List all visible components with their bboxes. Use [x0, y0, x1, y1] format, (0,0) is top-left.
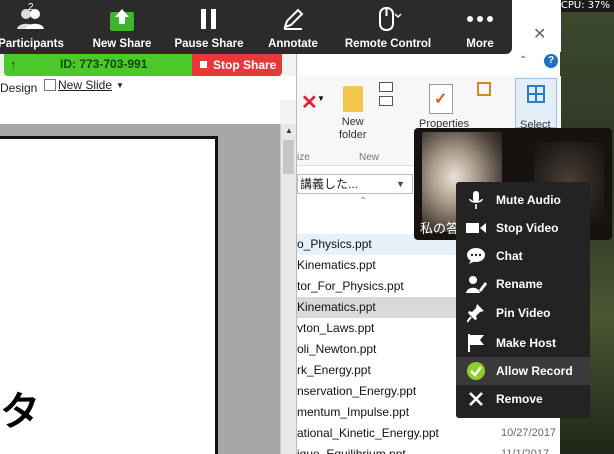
flag-icon — [456, 333, 496, 353]
slide[interactable]: タ — [0, 136, 218, 454]
file-name: tor_For_Physics.ppt — [297, 279, 404, 293]
scroll-thumb[interactable] — [283, 140, 294, 174]
menu-item-allow-record[interactable]: Allow Record — [456, 357, 590, 385]
check-circle-icon — [456, 361, 496, 381]
chevron-down-icon[interactable]: ▼ — [317, 94, 325, 103]
pause-share-button[interactable]: Pause Share — [174, 6, 244, 50]
meeting-id-bar[interactable]: ↑ ID: 773-703-991 — [4, 54, 192, 76]
zoom-toolbar: Participants 2 New Share Pause Share Ann… — [0, 0, 512, 54]
x-icon — [456, 391, 496, 407]
participants-icon — [0, 6, 68, 32]
menu-item-label: Chat — [496, 249, 523, 263]
file-name: vton_Laws.ppt — [297, 321, 375, 335]
design-tab[interactable]: Design — [0, 81, 37, 95]
file-name: o_Physics.ppt — [297, 237, 372, 251]
stop-square-icon — [200, 61, 207, 68]
remote-control-label: Remote Control — [344, 38, 432, 50]
menu-item-label: Mute Audio — [496, 193, 561, 207]
new-slide-icon — [44, 79, 56, 91]
address-text: 講義した... — [300, 177, 359, 191]
meeting-id: ID: 773-703-991 — [60, 57, 148, 71]
menu-item-stop-video[interactable]: Stop Video — [456, 214, 590, 242]
share-arrow-icon — [88, 6, 156, 32]
file-name: mentum_Impulse.ppt — [297, 405, 410, 419]
file-name: ique_Equilibrium.ppt — [297, 447, 406, 454]
file-name: rk_Energy.ppt — [297, 363, 371, 377]
slide-text: タ — [0, 389, 40, 435]
menu-item-label: Make Host — [496, 336, 557, 350]
properties-icon[interactable]: ✓ — [429, 84, 453, 114]
participants-button[interactable]: Participants — [0, 6, 68, 50]
menu-item-remove[interactable]: Remove — [456, 385, 590, 413]
menu-item-rename[interactable]: Rename — [456, 270, 590, 298]
file-name: nservation_Energy.ppt — [297, 384, 417, 398]
pause-icon — [174, 6, 244, 32]
file-name: Kinematics.ppt — [297, 300, 376, 314]
pause-share-label: Pause Share — [174, 38, 244, 50]
menu-item-label: Pin Video — [496, 306, 551, 320]
new-group-label: New — [359, 152, 380, 163]
file-date: 11/1/2017 — [501, 448, 550, 454]
file-row[interactable]: ational_Kinetic_Energy.ppt 10/27/2017 — [297, 423, 561, 444]
more-label: More — [466, 38, 494, 50]
participant-name: 私の答 — [420, 222, 460, 237]
menu-item-mute-audio[interactable]: Mute Audio — [456, 186, 590, 214]
open-icon[interactable] — [477, 82, 491, 96]
participants-count: 2 — [28, 2, 34, 13]
menu-item-label: Allow Record — [496, 364, 573, 378]
new-share-label: New Share — [92, 38, 152, 50]
select-button[interactable]: Select — [515, 78, 557, 131]
ellipsis-icon — [456, 6, 504, 32]
menu-item-label: Stop Video — [496, 221, 559, 235]
sort-arrow-icon[interactable]: ⌃ — [359, 196, 367, 207]
ppt-ribbon: Design New Slide ▼ — [0, 76, 296, 100]
organize-group-label: ize — [297, 152, 310, 163]
ppt-toolbar-space — [0, 100, 280, 124]
new-slide-label: New Slide — [58, 78, 113, 92]
delete-icon[interactable]: ✕ — [301, 90, 318, 115]
menu-item-pin-video[interactable]: Pin Video — [456, 299, 590, 327]
scroll-up-icon[interactable]: ▲ — [281, 124, 297, 138]
menu-item-chat[interactable]: Chat — [456, 242, 590, 270]
stop-share-label: Stop Share — [213, 58, 277, 72]
menu-item-make-host[interactable]: Make Host — [456, 329, 590, 357]
video-camera-icon — [456, 221, 496, 235]
new-share-button[interactable]: New Share — [88, 6, 156, 50]
chat-bubble-icon — [456, 247, 496, 265]
close-icon[interactable]: ✕ — [533, 24, 546, 44]
file-name: oli_Newton.ppt — [297, 342, 377, 356]
chevron-down-icon[interactable]: ▼ — [396, 175, 405, 193]
pencil-icon — [262, 6, 324, 32]
microphone-icon — [456, 190, 496, 210]
share-banner: ↑ ID: 773-703-991 Stop Share — [4, 54, 282, 76]
stop-share-button[interactable]: Stop Share — [192, 54, 282, 76]
annotate-label: Annotate — [268, 38, 318, 50]
address-bar[interactable]: 講義した... ▼ — [297, 174, 413, 194]
file-row[interactable]: ique_Equilibrium.ppt 11/1/2017 — [297, 444, 561, 454]
chevron-down-icon[interactable]: ▼ — [116, 81, 124, 90]
participant-context-menu: Mute Audio Stop Video Chat Rename Pin Video M… — [456, 182, 590, 418]
mouse-icon — [342, 6, 434, 32]
new-folder-icon[interactable] — [343, 86, 363, 112]
copy-path-icon[interactable] — [379, 82, 395, 122]
new-folder-label[interactable]: New folder — [339, 116, 367, 142]
help-icon[interactable]: ? — [544, 54, 558, 68]
select-grid-icon — [527, 85, 545, 103]
pin-icon — [456, 303, 496, 323]
annotate-button[interactable]: Annotate — [262, 6, 324, 50]
collapse-ribbon-icon[interactable]: ⌃ — [519, 55, 527, 66]
menu-item-label: Remove — [496, 392, 543, 406]
menu-item-label: Rename — [496, 277, 543, 291]
file-date: 10/27/2017 — [501, 427, 557, 439]
file-name: ational_Kinetic_Energy.ppt — [297, 426, 439, 440]
remote-control-button[interactable]: Remote Control — [342, 6, 434, 50]
file-name: Kinematics.ppt — [297, 258, 376, 272]
rename-person-icon — [456, 274, 496, 294]
slide-scrollbar[interactable]: ▲ — [280, 124, 296, 454]
more-button[interactable]: More — [456, 6, 504, 50]
share-arrow-icon: ↑ — [10, 57, 17, 72]
participants-label: Participants — [0, 38, 64, 50]
new-slide-button[interactable]: New Slide ▼ — [44, 78, 124, 92]
